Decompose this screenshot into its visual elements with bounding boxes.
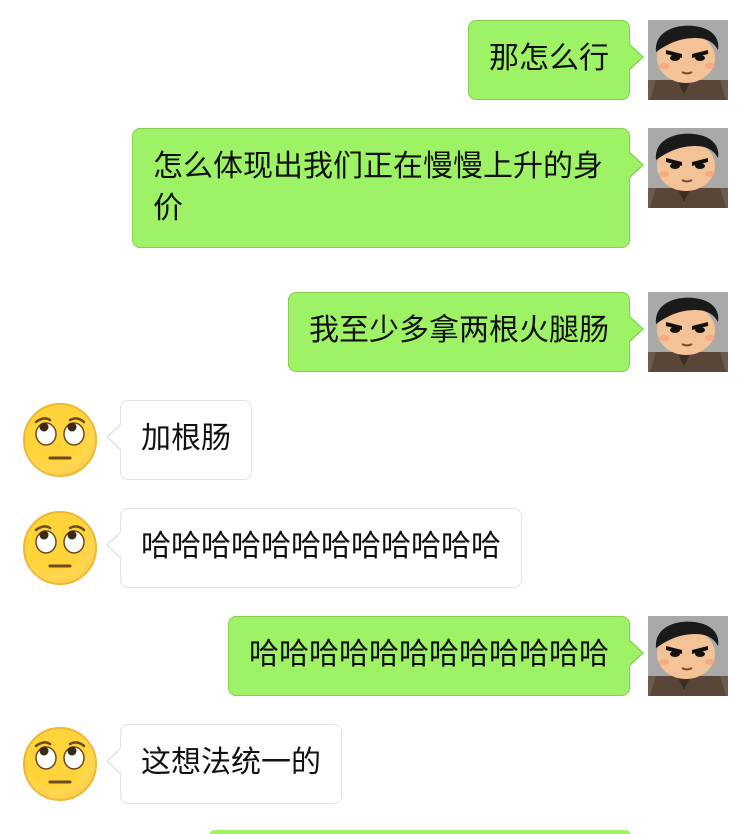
eye-roll-emoji-avatar-icon[interactable] [20,724,100,804]
message-row: 加根肠 [0,400,750,480]
chat-message-list[interactable]: 那怎么行 怎么体现出我们正在慢慢上升的身价 我至少多拿两根火腿肠 加根肠 哈哈哈… [0,0,750,834]
message-text: 我至少多拿两根火腿肠 [309,313,609,348]
cartoon-boy-avatar-icon[interactable] [648,616,728,696]
cartoon-boy-avatar-icon[interactable] [648,20,728,100]
cartoon-boy-avatar-icon[interactable] [648,292,728,372]
message-row: 我至少多拿两根火腿肠 [0,292,750,372]
message-row-partial [0,830,750,834]
message-text: 怎么体现出我们正在慢慢上升的身价 [153,149,603,226]
incoming-message-bubble[interactable]: 这想法统一的 [106,724,342,804]
outgoing-message-bubble[interactable]: 哈哈哈哈哈哈哈哈哈哈哈哈 [228,616,644,696]
eye-roll-emoji-avatar-icon[interactable] [20,508,100,588]
message-text: 这想法统一的 [141,745,321,780]
message-text: 哈哈哈哈哈哈哈哈哈哈哈哈 [249,637,609,672]
eye-roll-emoji-avatar-icon[interactable] [20,400,100,480]
cartoon-boy-avatar-icon[interactable] [648,128,728,208]
incoming-message-bubble[interactable]: 加根肠 [106,400,252,480]
message-row: 哈哈哈哈哈哈哈哈哈哈哈哈 [0,616,750,696]
message-row: 怎么体现出我们正在慢慢上升的身价 [0,128,750,248]
outgoing-message-bubble[interactable]: 怎么体现出我们正在慢慢上升的身价 [132,128,644,248]
message-row: 这想法统一的 [0,724,750,804]
outgoing-message-bubble[interactable]: 那怎么行 [468,20,644,100]
message-row: 那怎么行 [0,20,750,100]
message-text: 那怎么行 [489,41,609,76]
message-text: 哈哈哈哈哈哈哈哈哈哈哈哈 [141,529,501,564]
message-row: 哈哈哈哈哈哈哈哈哈哈哈哈 [0,508,750,588]
incoming-message-bubble[interactable]: 哈哈哈哈哈哈哈哈哈哈哈哈 [106,508,522,588]
outgoing-message-bubble[interactable]: 我至少多拿两根火腿肠 [288,292,644,372]
outgoing-message-bubble[interactable] [210,830,630,834]
message-text: 加根肠 [141,421,231,456]
